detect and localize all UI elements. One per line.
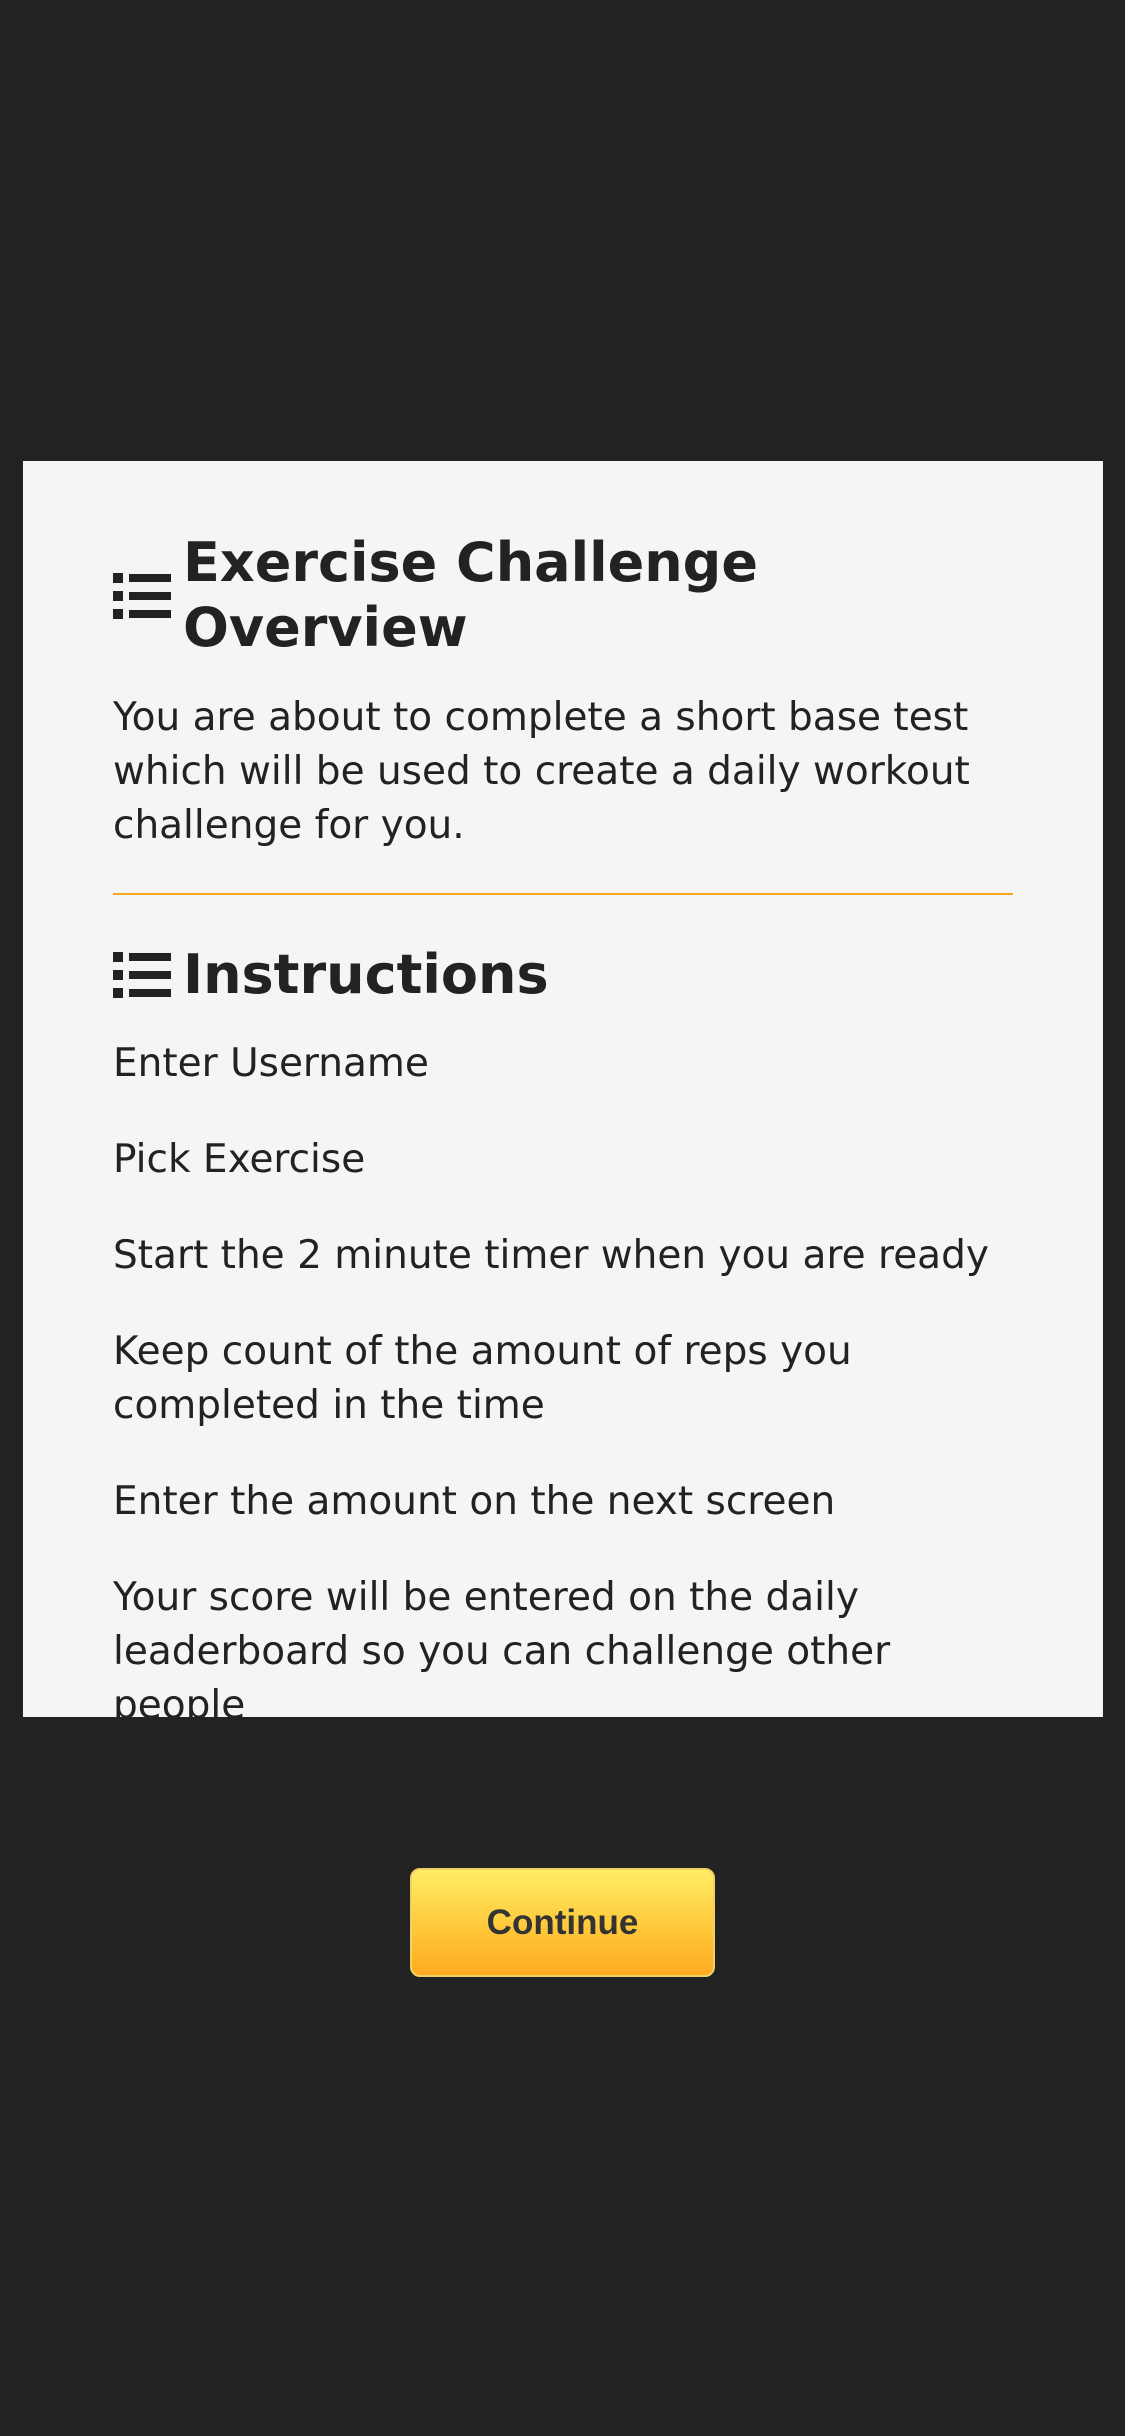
continue-button[interactable]: Continue (410, 1868, 715, 1977)
instruction-step: Start the 2 minute timer when you are re… (113, 1233, 989, 1279)
instructions-heading: Instructions (113, 943, 1013, 1008)
overview-title: Exercise Challenge Overview (183, 531, 758, 659)
instruction-step: Keep count of the amount of reps you com… (113, 1329, 852, 1429)
instruction-step: Enter the amount on the next screen (113, 1479, 836, 1525)
instructions-title: Instructions (183, 942, 549, 1006)
list-icon (113, 572, 171, 619)
challenge-overview-card: Exercise Challenge Overview You are abou… (23, 461, 1103, 1728)
section-divider (113, 892, 1013, 895)
instructions-list: Enter Username Pick Exercise Start the 2… (113, 1037, 1013, 1733)
instruction-step: Pick Exercise (113, 1137, 366, 1183)
instruction-step: Your score will be entered on the daily … (113, 1575, 891, 1729)
overview-description: You are about to complete a short base t… (113, 694, 970, 848)
list-icon (113, 951, 171, 998)
overview-heading: Exercise Challenge Overview (113, 531, 1013, 661)
instruction-step: Enter Username (113, 1041, 429, 1087)
